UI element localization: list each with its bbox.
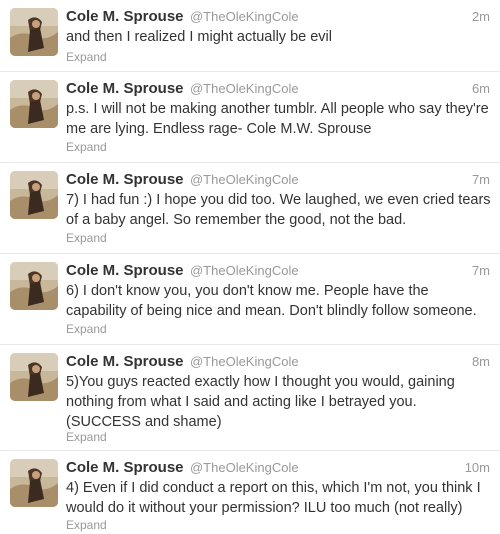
tweet-header: Cole M. Sprouse @TheOleKingCole 7m: [66, 262, 490, 282]
user-handle[interactable]: @TheOleKingCole: [190, 9, 299, 24]
tweet-feed: Cole M. Sprouse @TheOleKingCole 2m and t…: [0, 0, 500, 534]
tweet-text: 5)You guys reacted exactly how I thought…: [66, 374, 455, 430]
tweet-text: 7) I had fun :) I hope you did too. We l…: [66, 192, 491, 228]
user-handle[interactable]: @TheOleKingCole: [190, 354, 299, 369]
tweet-header: Cole M. Sprouse @TheOleKingCole 6m: [66, 80, 490, 100]
timestamp[interactable]: 7m: [472, 172, 490, 187]
tweet-item[interactable]: Cole M. Sprouse @TheOleKingCole 6m p.s. …: [0, 72, 500, 163]
avatar[interactable]: [10, 171, 58, 219]
timestamp[interactable]: 2m: [472, 9, 490, 24]
expand-link[interactable]: Expand: [66, 140, 107, 154]
expand-link[interactable]: Expand: [66, 231, 107, 245]
tweet-header: Cole M. Sprouse @TheOleKingCole 7m: [66, 171, 490, 191]
timestamp[interactable]: 10m: [465, 460, 490, 475]
timestamp[interactable]: 7m: [472, 263, 490, 278]
tweet-item[interactable]: Cole M. Sprouse @TheOleKingCole 7m 7) I …: [0, 163, 500, 254]
timestamp[interactable]: 6m: [472, 81, 490, 96]
user-handle[interactable]: @TheOleKingCole: [190, 81, 299, 96]
user-handle[interactable]: @TheOleKingCole: [190, 172, 299, 187]
user-handle[interactable]: @TheOleKingCole: [190, 263, 299, 278]
expand-link[interactable]: Expand: [66, 322, 107, 336]
user-name[interactable]: Cole M. Sprouse: [66, 171, 184, 188]
tweet-item[interactable]: Cole M. Sprouse @TheOleKingCole 10m 4) E…: [0, 451, 500, 534]
tweet-text: 6) I don't know you, you don't know me. …: [66, 283, 477, 319]
avatar[interactable]: [10, 262, 58, 310]
avatar[interactable]: [10, 353, 58, 401]
avatar[interactable]: [10, 80, 58, 128]
tweet-header: Cole M. Sprouse @TheOleKingCole 2m: [66, 8, 490, 28]
tweet-text: and then I realized I might actually be …: [66, 29, 332, 45]
tweet-item[interactable]: Cole M. Sprouse @TheOleKingCole 8m 5)You…: [0, 345, 500, 451]
user-name[interactable]: Cole M. Sprouse: [66, 8, 184, 25]
tweet-item[interactable]: Cole M. Sprouse @TheOleKingCole 7m 6) I …: [0, 254, 500, 345]
expand-link[interactable]: Expand: [66, 430, 107, 444]
user-name[interactable]: Cole M. Sprouse: [66, 459, 184, 476]
tweet-text: p.s. I will not be making another tumblr…: [66, 101, 489, 137]
tweet-item[interactable]: Cole M. Sprouse @TheOleKingCole 2m and t…: [0, 0, 500, 72]
avatar[interactable]: [10, 459, 58, 507]
tweet-header: Cole M. Sprouse @TheOleKingCole 8m: [66, 353, 490, 373]
expand-link[interactable]: Expand: [66, 518, 107, 532]
avatar[interactable]: [10, 8, 58, 56]
timestamp[interactable]: 8m: [472, 354, 490, 369]
tweet-text: 4) Even if I did conduct a report on thi…: [66, 480, 481, 516]
tweet-header: Cole M. Sprouse @TheOleKingCole 10m: [66, 459, 490, 479]
user-name[interactable]: Cole M. Sprouse: [66, 262, 184, 279]
expand-link[interactable]: Expand: [66, 50, 107, 64]
user-name[interactable]: Cole M. Sprouse: [66, 80, 184, 97]
user-handle[interactable]: @TheOleKingCole: [190, 460, 299, 475]
user-name[interactable]: Cole M. Sprouse: [66, 353, 184, 370]
